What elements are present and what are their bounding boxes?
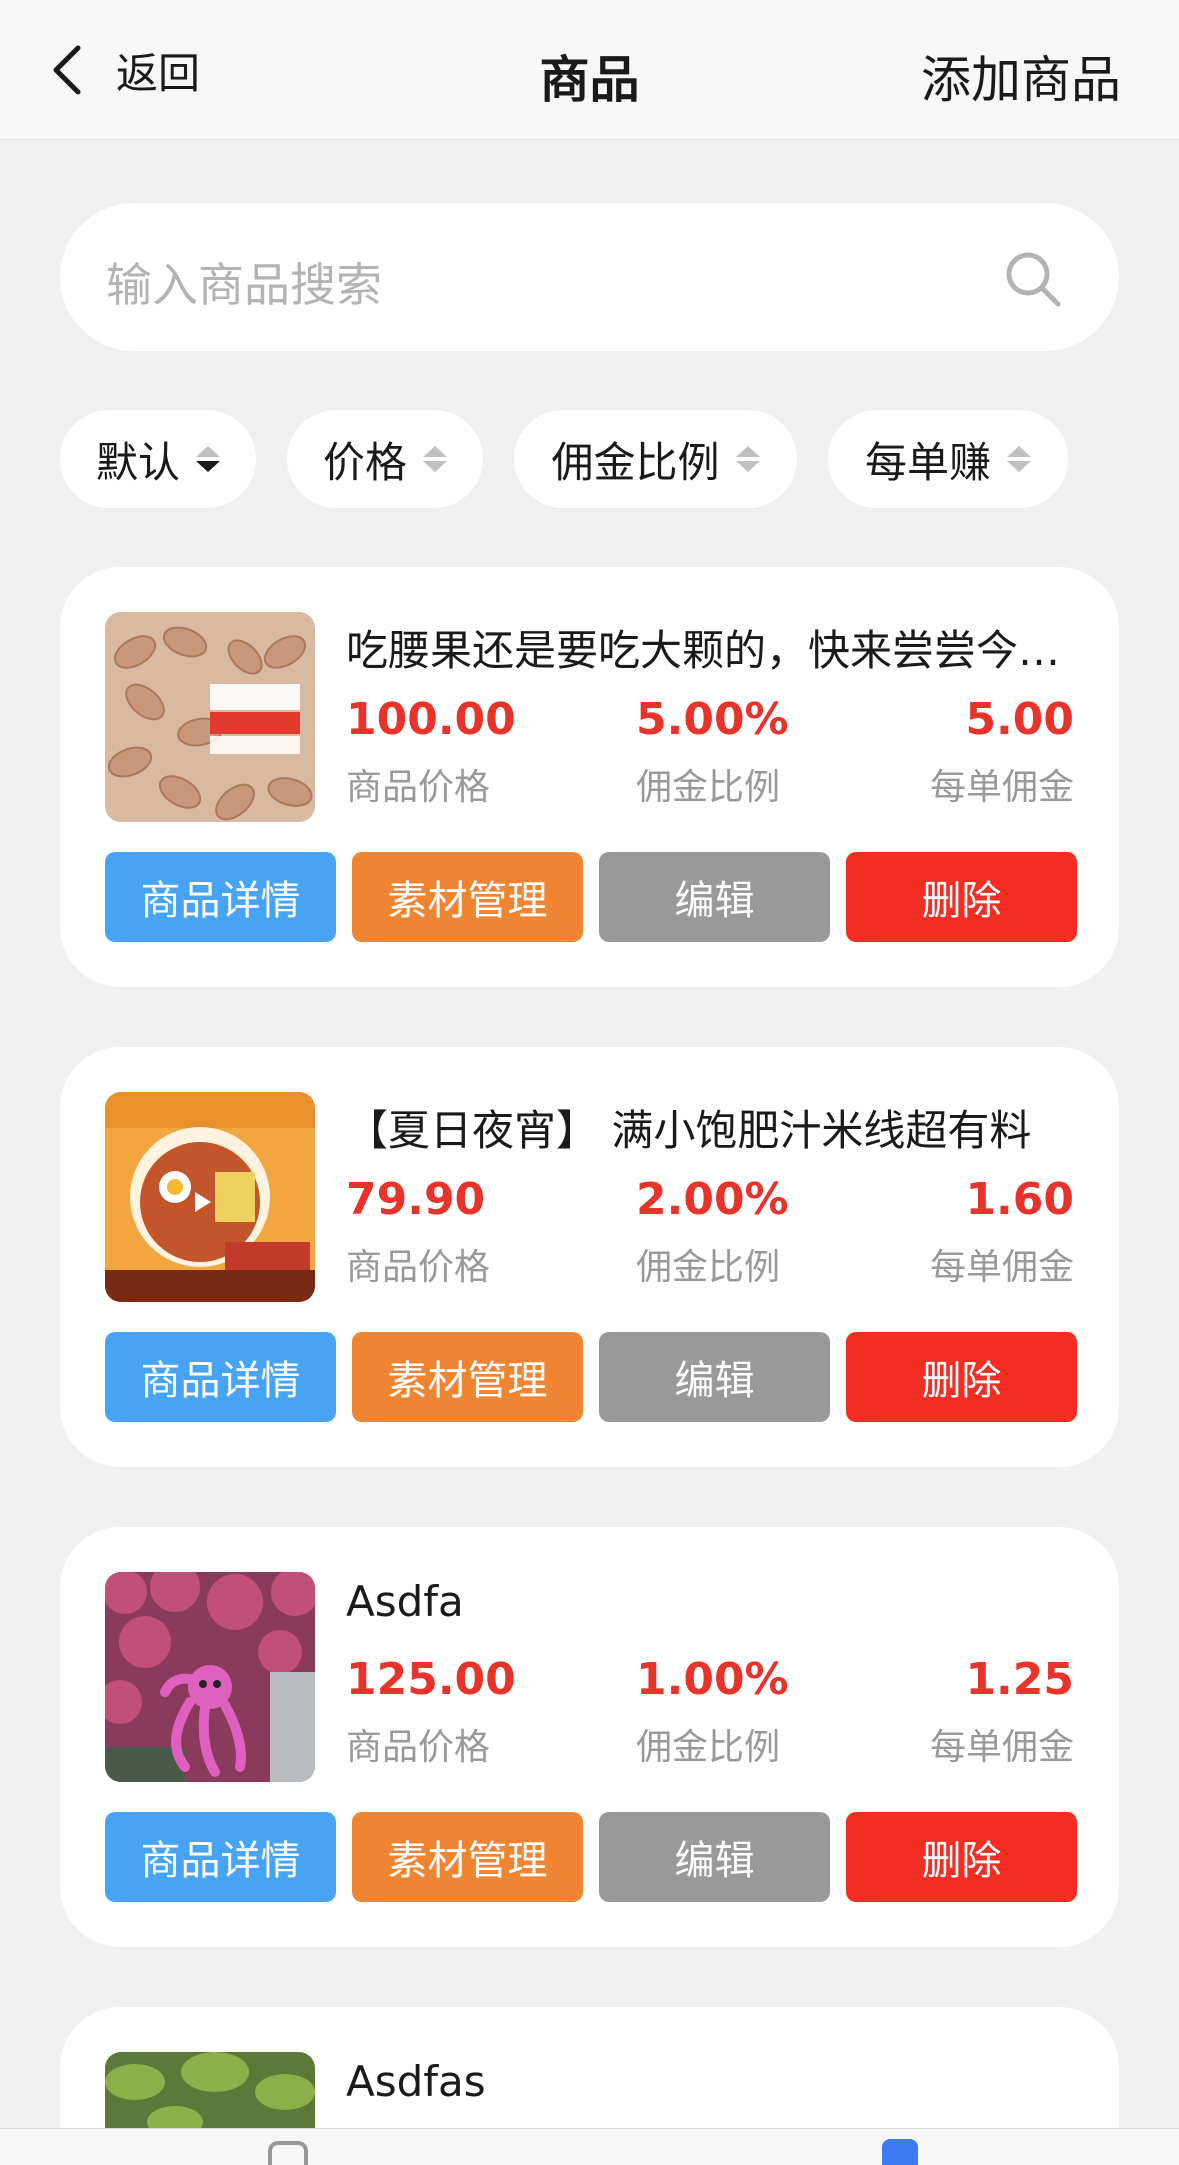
rate-label: 佣金比例 xyxy=(636,1727,781,1768)
rate-label: 佣金比例 xyxy=(636,1247,781,1288)
filter-default[interactable]: 默认 xyxy=(60,410,256,508)
sort-icon xyxy=(1007,446,1031,472)
price-stat: 100.00 商品价格 xyxy=(346,692,516,810)
commission-label: 每单佣金 xyxy=(929,1727,1074,1768)
filter-label: 佣金比例 xyxy=(551,437,720,487)
rate-value: 1.00% xyxy=(636,1654,789,1705)
delete-button[interactable]: 删除 xyxy=(846,1812,1077,1902)
commission-stat: 5.00 每单佣金 xyxy=(930,692,1074,810)
material-manage-button[interactable]: 素材管理 xyxy=(352,1332,583,1422)
profile-tab-icon[interactable] xyxy=(882,2139,918,2165)
rate-stat: 5.00% 佣金比例 xyxy=(636,692,789,810)
edit-button[interactable]: 编辑 xyxy=(599,852,830,942)
search-input[interactable]: 输入商品搜索 xyxy=(106,249,382,315)
nav-bar: 返回 商品 添加商品 xyxy=(0,0,1179,140)
sort-icon xyxy=(196,446,220,472)
rate-stat: 1.00% 佣金比例 xyxy=(636,1652,789,1770)
price-stat: 79.90 商品价格 xyxy=(346,1172,490,1290)
commission-value: 1.60 xyxy=(965,1174,1074,1225)
product-title[interactable]: Asdfas xyxy=(346,2057,1086,2106)
filter-label: 默认 xyxy=(96,437,181,487)
commission-stat: 1.60 每单佣金 xyxy=(930,1172,1074,1290)
edit-button[interactable]: 编辑 xyxy=(599,1812,830,1902)
product-detail-button[interactable]: 商品详情 xyxy=(105,852,336,942)
search-box[interactable]: 输入商品搜索 xyxy=(60,203,1119,351)
product-title[interactable]: Asdfa xyxy=(346,1577,1086,1626)
action-buttons: 商品详情 素材管理 编辑 删除 xyxy=(105,852,1077,942)
add-product-button[interactable]: 添加商品 xyxy=(921,40,1121,112)
filter-price[interactable]: 价格 xyxy=(287,410,483,508)
commission-stat: 1.25 每单佣金 xyxy=(930,1652,1074,1770)
commission-value: 1.25 xyxy=(965,1654,1074,1705)
commission-value: 5.00 xyxy=(965,694,1074,745)
price-value: 79.90 xyxy=(346,1174,486,1225)
sort-icon xyxy=(423,446,447,472)
commission-label: 每单佣金 xyxy=(929,767,1074,808)
rate-value: 2.00% xyxy=(636,1174,789,1225)
delete-button[interactable]: 删除 xyxy=(846,1332,1077,1422)
sort-filters: 默认 价格 佣金比例 每单赚 xyxy=(60,410,1068,508)
delete-button[interactable]: 删除 xyxy=(846,852,1077,942)
product-card: 【夏日夜宵】 满小饱肥汁米线超有料 79.90 商品价格 2.00% 佣金比例 … xyxy=(60,1047,1119,1467)
edit-button[interactable]: 编辑 xyxy=(599,1332,830,1422)
rate-label: 佣金比例 xyxy=(636,767,781,808)
price-label: 商品价格 xyxy=(346,767,491,808)
price-label: 商品价格 xyxy=(346,1247,491,1288)
product-card: 吃腰果还是要吃大颗的，快来尝尝今日特惠新货香酥腰果 100.00 商品价格 5.… xyxy=(60,567,1119,987)
product-detail-button[interactable]: 商品详情 xyxy=(105,1332,336,1422)
price-value: 100.00 xyxy=(346,694,516,745)
tab-bar xyxy=(0,2128,1179,2165)
search-icon[interactable] xyxy=(1003,249,1063,309)
material-manage-button[interactable]: 素材管理 xyxy=(352,1812,583,1902)
rate-value: 5.00% xyxy=(636,694,789,745)
filter-label: 价格 xyxy=(323,437,408,487)
commission-label: 每单佣金 xyxy=(929,1247,1074,1288)
product-thumbnail[interactable] xyxy=(105,612,315,822)
price-label: 商品价格 xyxy=(346,1727,491,1768)
product-card: Asdfa 125.00 商品价格 1.00% 佣金比例 1.25 每单佣金 商… xyxy=(60,1527,1119,1947)
product-title[interactable]: 【夏日夜宵】 满小饱肥汁米线超有料 xyxy=(346,1097,1086,1158)
home-tab-icon[interactable] xyxy=(268,2141,308,2165)
material-manage-button[interactable]: 素材管理 xyxy=(352,852,583,942)
action-buttons: 商品详情 素材管理 编辑 删除 xyxy=(105,1332,1077,1422)
filter-label: 每单赚 xyxy=(864,437,991,487)
filter-per-order[interactable]: 每单赚 xyxy=(828,410,1068,508)
product-title[interactable]: 吃腰果还是要吃大颗的，快来尝尝今日特惠新货香酥腰果 xyxy=(346,617,1086,678)
product-thumbnail[interactable] xyxy=(105,1092,315,1302)
product-thumbnail[interactable] xyxy=(105,1572,315,1782)
rate-stat: 2.00% 佣金比例 xyxy=(636,1172,789,1290)
product-detail-button[interactable]: 商品详情 xyxy=(105,1812,336,1902)
price-stat: 125.00 商品价格 xyxy=(346,1652,516,1770)
sort-icon xyxy=(735,446,760,472)
filter-commission-rate[interactable]: 佣金比例 xyxy=(514,410,797,508)
price-value: 125.00 xyxy=(346,1654,516,1705)
action-buttons: 商品详情 素材管理 编辑 删除 xyxy=(105,1812,1077,1902)
